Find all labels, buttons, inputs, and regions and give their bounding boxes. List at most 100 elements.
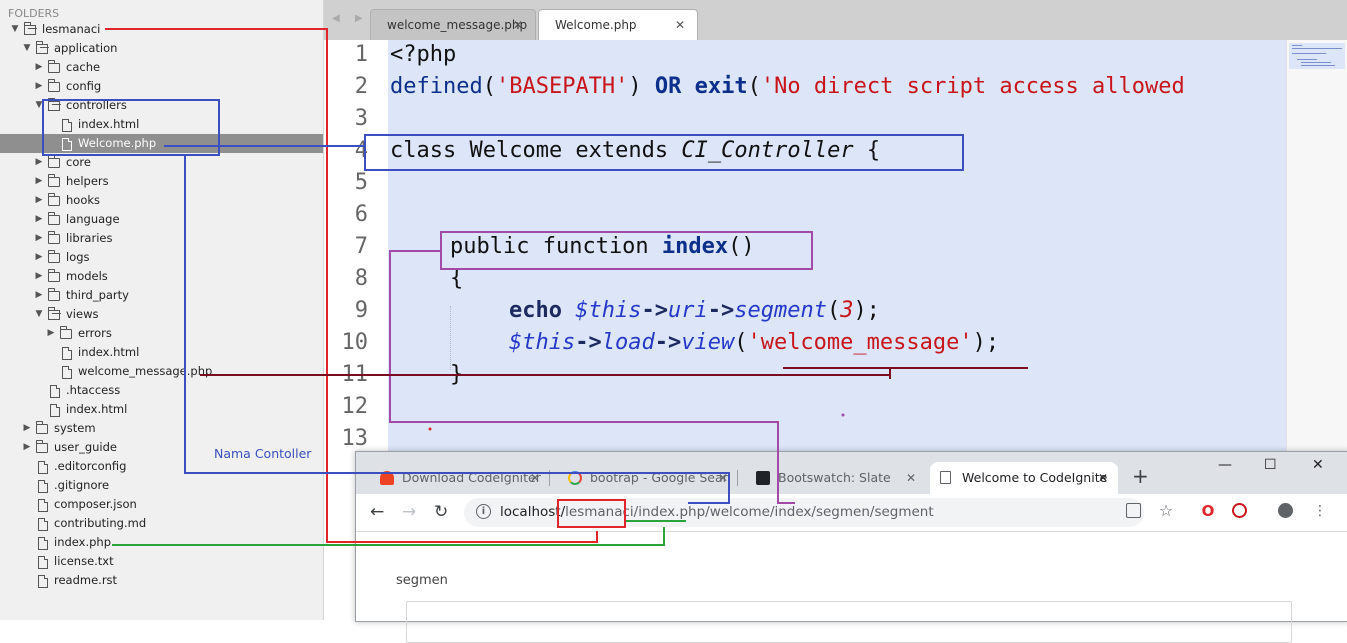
tree-item-index-php[interactable]: index.php (0, 533, 323, 552)
tree-item-label: language (66, 212, 120, 226)
chevron-right-icon[interactable]: ▶ (22, 419, 32, 438)
folder-icon (48, 79, 60, 92)
tree-item-third-party[interactable]: ▶ third_party (0, 286, 323, 305)
tab-nav-arrows[interactable]: ◀ ▶ (332, 13, 369, 24)
chevron-right-icon[interactable]: ▶ (46, 324, 56, 343)
chevron-right-icon[interactable]: ▶ (34, 172, 44, 191)
tree-item-views[interactable]: ▼ views (0, 305, 323, 324)
close-icon[interactable]: ✕ (906, 462, 916, 494)
maximize-button[interactable]: ☐ (1264, 457, 1277, 473)
close-icon[interactable]: ✕ (675, 10, 685, 41)
folder-open-icon (24, 22, 36, 35)
close-icon[interactable]: ✕ (718, 462, 728, 494)
tree-item-welcome-php[interactable]: Welcome.php (0, 134, 323, 153)
folder-icon (60, 326, 72, 339)
file-icon (62, 347, 72, 360)
tree-item-config[interactable]: ▶ config (0, 77, 323, 96)
line-number: 1 (354, 42, 368, 67)
reload-button[interactable]: ↻ (434, 502, 448, 522)
tree-item-gitignore[interactable]: .gitignore (0, 476, 323, 495)
tab-welcome-message[interactable]: welcome_message.php ✕ (370, 9, 536, 40)
chevron-right-icon[interactable]: ▶ (34, 210, 44, 229)
page-icon (940, 471, 951, 484)
tab-welcome-php[interactable]: Welcome.php ✕ (538, 9, 698, 40)
tree-item-license-txt[interactable]: license.txt (0, 552, 323, 571)
tree-item-language[interactable]: ▶ language (0, 210, 323, 229)
tree-item-hooks[interactable]: ▶ hooks (0, 191, 323, 210)
browser-tab-google-search[interactable]: bootrap - Google Sear ✕ (558, 462, 738, 494)
chevron-right-icon[interactable]: ▶ (34, 191, 44, 210)
tree-item-readme-rst[interactable]: readme.rst (0, 571, 323, 590)
close-icon[interactable]: ✕ (513, 10, 523, 41)
browser-tab-welcome-codeigniter[interactable]: Welcome to CodeIgnite ✕ (930, 462, 1118, 494)
tree-item-label: application (54, 41, 118, 55)
address-bar[interactable]: i localhost/lesmanaci/index.php/welcome/… (464, 498, 1144, 527)
tree-item-logs[interactable]: ▶ logs (0, 248, 323, 267)
browser-tab-download-codeigniter[interactable]: Download CodeIgniter ✕ (370, 462, 550, 494)
close-icon[interactable]: ✕ (530, 462, 540, 494)
tree-item-helpers[interactable]: ▶ helpers (0, 172, 323, 191)
tree-item-label: .editorconfig (54, 459, 127, 473)
file-icon (38, 499, 48, 512)
chevron-down-icon[interactable]: ▼ (34, 96, 44, 115)
chevron-down-icon[interactable]: ▼ (10, 20, 20, 39)
tree-item-contributing-md[interactable]: contributing.md (0, 514, 323, 533)
block-icon[interactable] (1232, 503, 1247, 518)
browser-tab-bootswatch-slate[interactable]: Bootswatch: Slate ✕ (746, 462, 926, 494)
close-window-button[interactable]: ✕ (1312, 457, 1324, 473)
tree-item-label: index.php (54, 535, 112, 549)
tree-item-lesmanaci[interactable]: ▼ lesmanaci (0, 20, 323, 39)
close-icon[interactable]: ✕ (1098, 462, 1108, 494)
chevron-right-icon[interactable]: ▶ (34, 153, 44, 172)
tree-item-label: lesmanaci (42, 22, 101, 36)
chevron-right-icon[interactable]: ▶ (34, 58, 44, 77)
minimize-button[interactable]: — (1218, 457, 1232, 473)
tree-item-label: index.html (78, 117, 140, 131)
tree-item-label: .gitignore (54, 478, 110, 492)
chevron-down-icon[interactable]: ▼ (22, 39, 32, 58)
opera-icon[interactable]: O (1200, 503, 1216, 519)
tree-item-index-html[interactable]: index.html (0, 343, 323, 362)
chevron-right-icon[interactable]: ▶ (34, 286, 44, 305)
forward-button[interactable]: → (402, 502, 416, 522)
tree-item-core[interactable]: ▶ core (0, 153, 323, 172)
chevron-down-icon[interactable]: ▼ (34, 305, 44, 324)
line-number: 2 (354, 74, 368, 99)
tree-item-errors[interactable]: ▶ errors (0, 324, 323, 343)
info-icon[interactable]: i (476, 504, 491, 519)
tree-item-label: .htaccess (66, 383, 121, 397)
code-line-10: $this->load->view('welcome_message'); (509, 330, 1000, 355)
menu-kebab-icon[interactable]: ⋮ (1312, 503, 1328, 519)
tree-item-label: controllers (66, 98, 127, 112)
back-button[interactable]: ← (370, 502, 384, 522)
tree-item-label: helpers (66, 174, 109, 188)
folder-icon (48, 174, 60, 187)
tree-item-welcome-message-php[interactable]: welcome_message.php (0, 362, 323, 381)
tree-item-htaccess[interactable]: .htaccess (0, 381, 323, 400)
tree-item-composer-json[interactable]: composer.json (0, 495, 323, 514)
tree-item-cache[interactable]: ▶ cache (0, 58, 323, 77)
bookmark-star-icon[interactable]: ☆ (1158, 503, 1174, 519)
folder-open-icon (48, 307, 60, 320)
chevron-right-icon[interactable]: ▶ (22, 438, 32, 457)
line-number: 5 (354, 170, 368, 195)
tree-item-application[interactable]: ▼ application (0, 39, 323, 58)
profile-icon[interactable] (1278, 503, 1293, 518)
tree-item-index-html[interactable]: index.html (0, 115, 323, 134)
chevron-right-icon[interactable]: ▶ (34, 267, 44, 286)
chevron-right-icon[interactable]: ▶ (34, 77, 44, 96)
tree-item-models[interactable]: ▶ models (0, 267, 323, 286)
tree-item-index-html[interactable]: index.html (0, 400, 323, 419)
tree-item-controllers[interactable]: ▼ controllers (0, 96, 323, 115)
tree-item-system[interactable]: ▶ system (0, 419, 323, 438)
segment-output: segmen (396, 573, 448, 588)
codeigniter-flame-icon (380, 471, 394, 485)
chevron-right-icon[interactable]: ▶ (34, 229, 44, 248)
translate-icon[interactable] (1126, 503, 1141, 518)
code-line-2: defined('BASEPATH') OR exit('No direct s… (390, 74, 1185, 99)
chevron-right-icon[interactable]: ▶ (34, 248, 44, 267)
annotation-label: Nama Contoller (214, 446, 312, 461)
new-tab-button[interactable]: + (1132, 466, 1149, 486)
file-icon (50, 385, 60, 398)
tree-item-libraries[interactable]: ▶ libraries (0, 229, 323, 248)
